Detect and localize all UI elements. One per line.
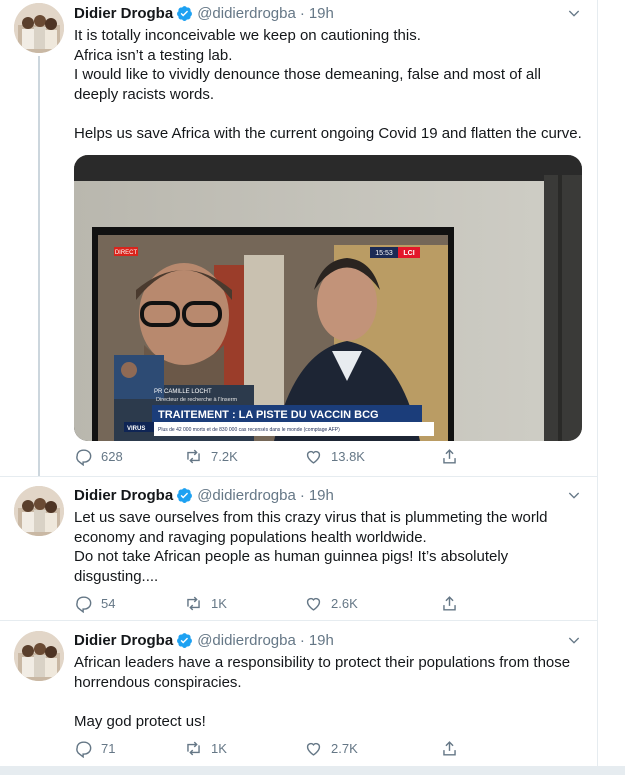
author-handle[interactable]: @didierdrogba [197,5,296,22]
tweet-time[interactable]: 19h [309,5,334,22]
channel-tag: DIRECT [115,250,138,256]
chevron-down-icon[interactable] [566,5,582,21]
tweet-header: Didier Drogba @didierdrogba · 19h [74,3,582,23]
share-button[interactable] [440,592,467,614]
author-name[interactable]: Didier Drogba [74,632,173,649]
tweet-line: African leaders have a responsibility to… [74,654,571,691]
retweet-icon [187,741,200,755]
like-count: 2.7K [331,740,358,756]
news-ticker: Plus de 42 000 morts et de 830 000 cas r… [158,427,340,433]
tweet-line: I would like to vividly denounce those d… [74,66,541,103]
tweet-header: Didier Drogba @didierdrogba · 19h [74,485,582,505]
lower-third-section: VIRUS [127,426,145,432]
tweet-line: May god protect us! [74,712,206,730]
like-button[interactable]: 13.8K [304,445,414,467]
avatar[interactable] [14,631,64,681]
reply-icon [76,595,92,613]
reply-button[interactable]: 628 [74,445,164,467]
lower-third-role: Directeur de recherche à l'Inserm [156,397,238,403]
like-count: 13.8K [331,448,365,464]
author-name[interactable]: Didier Drogba [74,5,173,22]
lower-third-name: PR CAMILLE LOCHT [154,389,212,395]
tweet-text: Let us save ourselves from this crazy vi… [74,508,582,586]
like-button[interactable]: 2.7K [304,737,414,759]
tweet-line [74,692,582,712]
like-count: 2.6K [331,595,358,611]
like-icon [306,597,321,611]
reply-count: 628 [101,448,123,464]
chevron-down-icon[interactable] [566,632,582,648]
like-button[interactable]: 2.6K [304,592,414,614]
separator-dot: · [299,4,305,22]
footer-divider [0,766,625,775]
broadcast-clock: 15:53 [375,250,393,257]
tweet-2[interactable]: Didier Drogba @didierdrogba · 19h Let us… [0,477,598,620]
avatar[interactable] [14,486,64,536]
verified-badge-icon [177,487,193,503]
lower-third-headline: TRAITEMENT : LA PISTE DU VACCIN BCG [158,409,379,421]
avatar[interactable] [14,3,64,53]
separator-dot: · [299,486,305,504]
like-icon [306,742,321,756]
retweet-count: 1K [211,595,227,611]
tweet-text: It is totally inconceivable we keep on c… [74,26,582,143]
tweet-line: Do not take African people as human guin… [74,548,509,585]
video-media[interactable]: DIRECT 15:53 LCI PR CAMILLE LOCHT Direct… [74,155,582,441]
retweet-button[interactable]: 1K [184,737,274,759]
reply-button[interactable]: 54 [74,592,164,614]
reply-count: 71 [101,740,116,756]
reply-count: 54 [101,595,116,611]
channel-logo: LCI [403,250,414,257]
tweet-1[interactable]: Didier Drogba @didierdrogba · 19h It is … [0,0,598,476]
share-button[interactable] [440,445,467,467]
retweet-icon [187,449,200,463]
verified-badge-icon [177,5,193,21]
author-handle[interactable]: @didierdrogba [197,632,296,649]
retweet-count: 7.2K [211,448,238,464]
tweet-line: Let us save ourselves from this crazy vi… [74,509,548,546]
separator-dot: · [299,631,305,649]
reply-icon [76,740,92,758]
author-handle[interactable]: @didierdrogba [197,487,296,504]
tweet-time[interactable]: 19h [309,487,334,504]
retweet-count: 1K [211,740,227,756]
reply-button[interactable]: 71 [74,737,164,759]
thread-line [38,56,40,476]
reply-icon [76,448,92,466]
like-icon [306,450,321,464]
share-button[interactable] [440,737,467,759]
tweet-header: Didier Drogba @didierdrogba · 19h [74,630,582,650]
tweet-line: Helps us save Africa with the current on… [74,124,582,142]
tweet-text: African leaders have a responsibility to… [74,653,582,731]
share-icon [443,448,456,464]
tweet-line [74,104,582,124]
retweet-button[interactable]: 1K [184,592,274,614]
timeline: Didier Drogba @didierdrogba · 19h It is … [0,0,598,775]
video-frame: DIRECT 15:53 LCI PR CAMILLE LOCHT Direct… [74,155,582,441]
tweet-line: It is totally inconceivable we keep on c… [74,27,421,44]
author-name[interactable]: Didier Drogba [74,487,173,504]
chevron-down-icon[interactable] [566,487,582,503]
tweet-3[interactable]: Didier Drogba @didierdrogba · 19h Africa… [0,621,598,766]
verified-badge-icon [177,632,193,648]
retweet-icon [187,596,200,610]
share-icon [443,740,456,756]
tweet-line: Africa isn’t a testing lab. [74,46,233,64]
tweet-time[interactable]: 19h [309,632,334,649]
share-icon [443,595,456,611]
retweet-button[interactable]: 7.2K [184,445,274,467]
